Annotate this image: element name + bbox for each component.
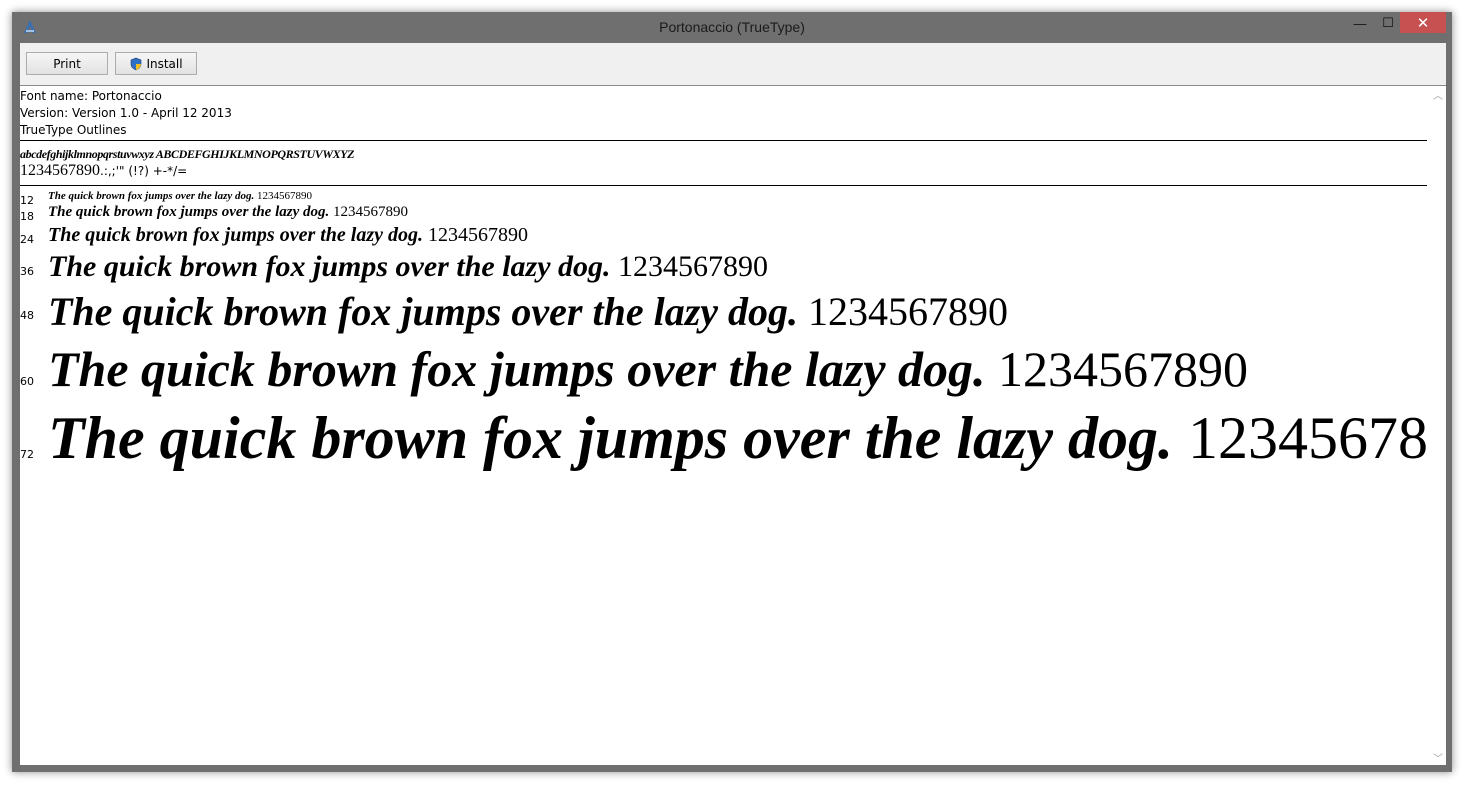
- charset-letters: abcdefghijklmnopqrstuvwxyz ABCDEFGHIJKLM…: [20, 147, 355, 161]
- client-area: Print Install Font name: Portonaccio Ver…: [20, 43, 1446, 765]
- sample-numbers: 1234567890: [257, 190, 313, 202]
- sample-size-label: 24: [20, 233, 34, 246]
- sample-text: The quick brown fox jumps over the lazy …: [48, 404, 1430, 473]
- sample-text: The quick brown fox jumps over the lazy …: [48, 224, 528, 247]
- sample-size-label: 18: [20, 210, 34, 223]
- sample-sentence: The quick brown fox jumps over the lazy …: [48, 250, 611, 283]
- print-button[interactable]: Print: [26, 52, 108, 75]
- title-bar[interactable]: Portonaccio (TrueType) — ☐ ✕: [12, 12, 1452, 42]
- sample-sentence: The quick brown fox jumps over the lazy …: [48, 224, 424, 246]
- sample-numbers: 1234567890: [1188, 405, 1430, 471]
- sample-sentence: The quick brown fox jumps over the lazy …: [48, 405, 1174, 471]
- charset-digits: 1234567890: [20, 162, 100, 179]
- sample-text: The quick brown fox jumps over the lazy …: [48, 288, 1008, 335]
- vertical-scrollbar[interactable]: ︿ ﹀: [1430, 86, 1446, 765]
- sample-size-label: 36: [20, 265, 34, 278]
- toolbar: Print Install: [20, 43, 1446, 86]
- sample-size-label: 12: [20, 194, 34, 207]
- font-name: Font name: Portonaccio: [20, 89, 162, 103]
- sample-size-label: 48: [20, 309, 34, 322]
- install-button[interactable]: Install: [115, 52, 197, 75]
- sample-size-label: 60: [20, 375, 34, 388]
- divider: [20, 140, 1427, 141]
- sample-text: The quick brown fox jumps over the lazy …: [48, 250, 768, 284]
- sample-sentence: The quick brown fox jumps over the lazy …: [48, 289, 799, 334]
- install-button-label: Install: [146, 56, 183, 71]
- sample-text: The quick brown fox jumps over the lazy …: [48, 340, 1248, 398]
- divider: [20, 185, 1427, 186]
- print-button-label: Print: [53, 56, 81, 71]
- minimize-button[interactable]: —: [1345, 12, 1375, 34]
- font-outlines: TrueType Outlines: [20, 123, 127, 137]
- font-info: Font name: Portonaccio Version: Version …: [20, 88, 232, 139]
- uac-shield-icon: [131, 57, 142, 70]
- sample-numbers: 1234567890: [808, 289, 1009, 334]
- charset-numbers-punctuation: 1234567890.:,;'" (!?) +-*/=: [20, 162, 187, 180]
- sample-numbers: 1234567890: [428, 224, 529, 246]
- sample-text: The quick brown fox jumps over the lazy …: [48, 204, 408, 221]
- sample-sentence: The quick brown fox jumps over the lazy …: [48, 341, 986, 397]
- sample-size-label: 72: [20, 448, 34, 461]
- font-preview-pane: Font name: Portonaccio Version: Version …: [20, 86, 1430, 765]
- sample-sentence: The quick brown fox jumps over the lazy …: [48, 190, 255, 202]
- charset-punctuation: .:,;'" (!?) +-*/=: [100, 164, 188, 178]
- close-button[interactable]: ✕: [1400, 12, 1446, 33]
- sample-sentence: The quick brown fox jumps over the lazy …: [48, 204, 330, 220]
- font-version: Version: Version 1.0 - April 12 2013: [20, 106, 232, 120]
- window-title: Portonaccio (TrueType): [659, 19, 805, 35]
- sample-numbers: 1234567890: [333, 204, 409, 220]
- sample-numbers: 1234567890: [998, 341, 1249, 397]
- scroll-up-icon[interactable]: ︿: [1432, 88, 1444, 102]
- sample-text: The quick brown fox jumps over the lazy …: [48, 190, 312, 202]
- maximize-button[interactable]: ☐: [1373, 12, 1403, 34]
- sample-numbers: 1234567890: [618, 250, 769, 283]
- scroll-down-icon[interactable]: ﹀: [1432, 751, 1444, 765]
- font-viewer-window: Portonaccio (TrueType) — ☐ ✕ Print Insta…: [12, 12, 1452, 772]
